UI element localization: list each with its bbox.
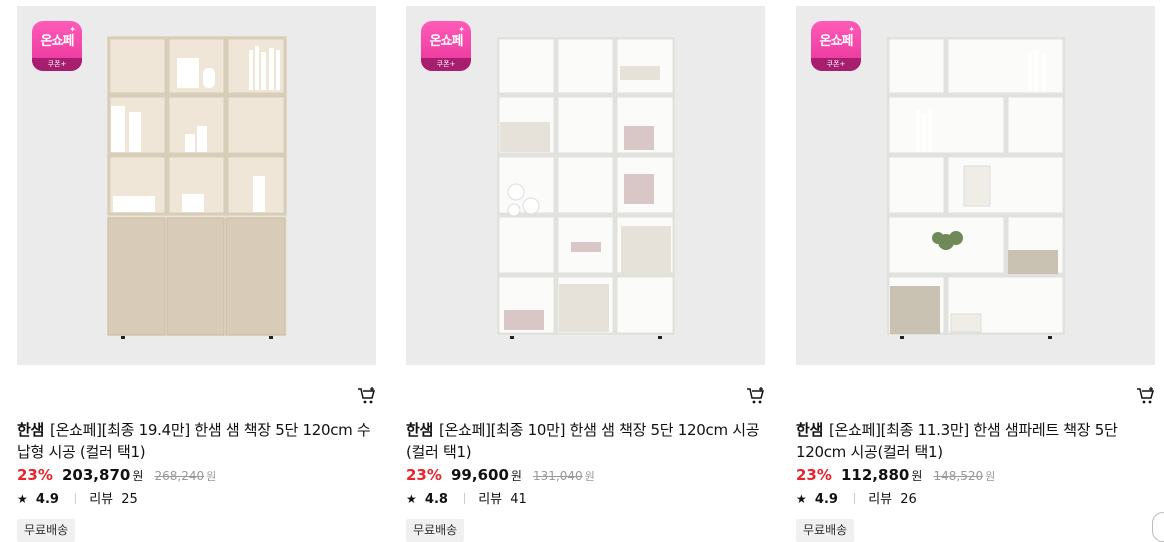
coupon-badge: 온쇼페 ✦ 쿠폰+ [32, 21, 82, 71]
review-count: 26 [900, 492, 917, 507]
divider [464, 493, 466, 504]
cart-add-icon[interactable] [1136, 386, 1156, 406]
price-row: 23% 112,880 원 148,520 원 [796, 465, 995, 484]
product-image[interactable]: 온쇼페 ✦ 쿠폰+ [796, 6, 1155, 365]
star-icon: ★ [796, 492, 807, 506]
product-title[interactable]: 한샘 [온쇼페][최종 10만] 한샘 샘 책장 5단 120cm 시공(컬러 택… [406, 419, 766, 463]
review-count: 41 [510, 492, 527, 507]
star-icon: ★ [406, 492, 417, 506]
original-price-unit: 원 [985, 470, 996, 483]
divider [75, 493, 77, 504]
rating-score: 4.9 [35, 492, 59, 507]
product-name: [온쇼페][최종 10만] 한샘 샘 책장 5단 120cm 시공(컬러 택1) [406, 421, 760, 461]
sparkle-icon: ✦ [458, 25, 465, 34]
product-title[interactable]: 한샘 [온쇼페][최종 11.3만] 한샘 샘파레트 책장 5단 120cm 시공… [796, 419, 1156, 463]
rating-score: 4.9 [814, 492, 838, 507]
sale-price: 203,870 [62, 466, 131, 484]
price-unit: 원 [132, 469, 144, 483]
product-brand: 한샘 [17, 421, 45, 439]
badge-sub: 쿠폰+ [32, 58, 82, 71]
product-card[interactable]: 온쇼페 ✦ 쿠폰+ 한샘 [온쇼페][최종 19.4만] 한샘 샘 책장 5단 1… [17, 6, 377, 542]
free-shipping-badge: 무료배송 [17, 519, 76, 542]
product-title[interactable]: 한샘 [온쇼페][최종 19.4만] 한샘 샘 책장 5단 120cm 수납형 시… [17, 419, 377, 463]
rating-row: ★ 4.9 리뷰 25 [17, 488, 138, 507]
product-name: [온쇼페][최종 11.3만] 한샘 샘파레트 책장 5단 120cm 시공(컬… [796, 421, 1118, 461]
product-card[interactable]: 온쇼페 ✦ 쿠폰+ 한샘 [온쇼페][최종 11.3만] 한샘 샘파레트 책장 5… [796, 6, 1156, 542]
sale-price: 112,880 [841, 466, 910, 484]
original-price: 148,520 [933, 469, 984, 483]
badge-sub: 쿠폰+ [421, 58, 471, 71]
rating-row: ★ 4.9 리뷰 26 [796, 488, 917, 507]
coupon-badge: 온쇼페 ✦ 쿠폰+ [811, 21, 861, 71]
star-icon: ★ [17, 492, 28, 506]
product-name: [온쇼페][최종 19.4만] 한샘 샘 책장 5단 120cm 수납형 시공 … [17, 421, 371, 461]
review-label: 리뷰 [89, 492, 114, 507]
review-count: 25 [121, 492, 138, 507]
sparkle-icon: ✦ [69, 25, 76, 34]
rating-score: 4.8 [424, 492, 448, 507]
product-brand: 한샘 [796, 421, 824, 439]
review-label: 리뷰 [478, 492, 503, 507]
review-label: 리뷰 [868, 492, 893, 507]
cart-add-icon[interactable] [746, 386, 766, 406]
discount-rate: 23% [17, 466, 53, 484]
sale-price: 99,600 [451, 466, 509, 484]
free-shipping-badge: 무료배송 [796, 519, 855, 542]
original-price: 268,240 [154, 469, 205, 483]
coupon-badge: 온쇼페 ✦ 쿠폰+ [421, 21, 471, 71]
free-shipping-badge: 무료배송 [406, 519, 465, 542]
price-unit: 원 [510, 469, 522, 483]
product-card[interactable]: 온쇼페 ✦ 쿠폰+ 한샘 [온쇼페][최종 10만] 한샘 샘 책장 5단 120… [406, 6, 766, 542]
product-brand: 한샘 [406, 421, 434, 439]
discount-rate: 23% [796, 466, 832, 484]
cart-add-icon[interactable] [357, 386, 377, 406]
price-unit: 원 [911, 469, 923, 483]
discount-rate: 23% [406, 466, 442, 484]
sparkle-icon: ✦ [848, 25, 855, 34]
price-row: 23% 99,600 원 131,040 원 [406, 465, 595, 484]
original-price: 131,040 [533, 469, 583, 483]
divider [854, 493, 856, 504]
original-price-unit: 원 [206, 470, 217, 483]
product-image[interactable]: 온쇼페 ✦ 쿠폰+ [17, 6, 376, 365]
price-row: 23% 203,870 원 268,240 원 [17, 465, 216, 484]
rating-row: ★ 4.8 리뷰 41 [406, 488, 527, 507]
original-price-unit: 원 [584, 470, 595, 483]
badge-sub: 쿠폰+ [811, 58, 861, 71]
scroll-handle[interactable] [1152, 512, 1164, 542]
product-image[interactable]: 온쇼페 ✦ 쿠폰+ [406, 6, 765, 365]
